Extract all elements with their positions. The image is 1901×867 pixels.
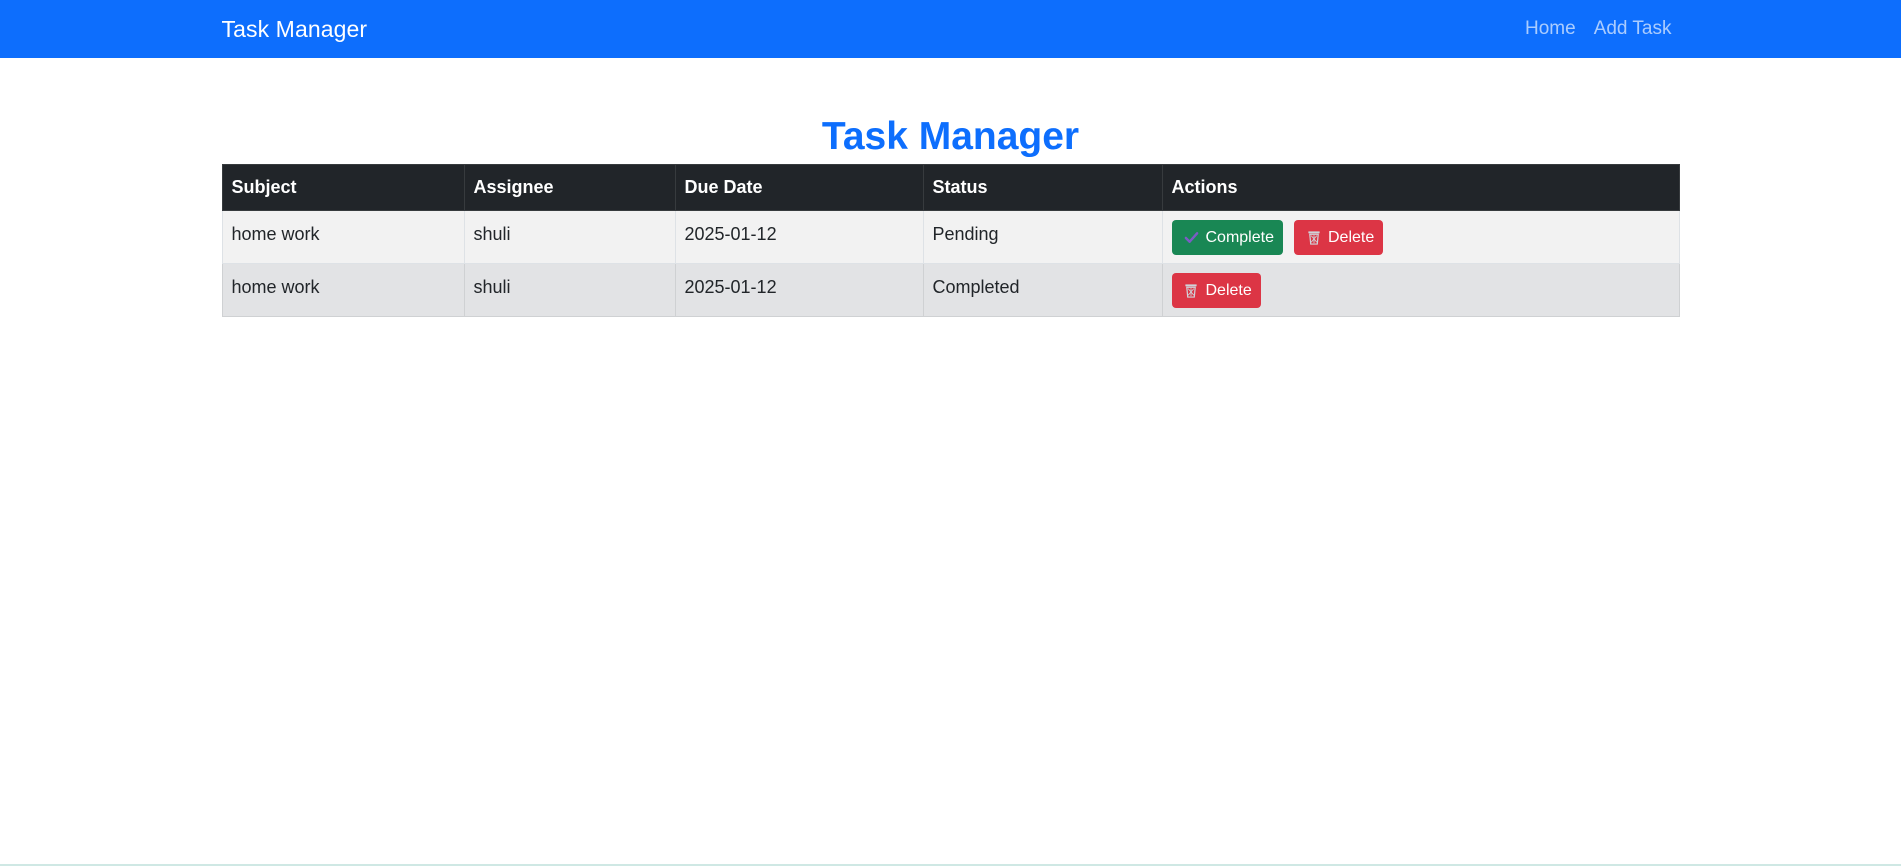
delete-button-label: Delete — [1205, 281, 1252, 299]
table-header-row: Subject Assignee Due Date Status Actions — [221, 164, 1680, 211]
cell-status: Pending — [922, 210, 1163, 264]
cell-subject: home work — [221, 210, 465, 264]
check-icon — [1184, 230, 1199, 245]
cell-due-date: 2025-01-12 — [674, 210, 924, 264]
table-row: home work shuli 2025-01-12 Completed Del… — [221, 263, 1680, 317]
cell-actions: Delete — [1161, 263, 1680, 317]
delete-button[interactable]: Delete — [1294, 220, 1384, 255]
cell-subject: home work — [221, 263, 465, 317]
table-body: home work shuli 2025-01-12 Pending Compl… — [221, 210, 1680, 317]
nav-link-home[interactable]: Home — [1525, 18, 1576, 40]
column-header-assignee: Assignee — [463, 164, 676, 211]
trash-icon — [1306, 230, 1321, 245]
column-header-status: Status — [922, 164, 1163, 211]
table-row: home work shuli 2025-01-12 Pending Compl… — [221, 210, 1680, 264]
cell-status: Completed — [922, 263, 1163, 317]
page-title: Task Manager — [821, 115, 1080, 158]
table-header: Subject Assignee Due Date Status Actions — [221, 164, 1680, 211]
main-container: Task Manager Subject Assignee Due Date S… — [221, 58, 1680, 317]
column-header-due-date: Due Date — [674, 164, 924, 211]
complete-button-label: Complete — [1205, 228, 1274, 246]
cell-due-date: 2025-01-12 — [674, 263, 924, 317]
cell-actions: Complete Delete — [1161, 210, 1680, 264]
cell-assignee: shuli — [463, 263, 676, 317]
complete-button[interactable]: Complete — [1171, 220, 1283, 255]
nav-link-add-task[interactable]: Add Task — [1594, 18, 1672, 40]
cell-assignee: shuli — [463, 210, 676, 264]
nav-links: Home Add Task — [1525, 18, 1680, 40]
tasks-table: Subject Assignee Due Date Status Actions… — [221, 164, 1680, 317]
navbar-container: Task Manager Home Add Task — [222, 0, 1680, 58]
navbar-brand[interactable]: Task Manager — [222, 16, 368, 43]
trash-icon — [1184, 283, 1199, 298]
delete-button-label: Delete — [1328, 228, 1375, 246]
bottom-edge-line — [0, 864, 1901, 866]
top-navbar: Task Manager Home Add Task — [0, 0, 1901, 58]
delete-button[interactable]: Delete — [1171, 273, 1261, 308]
column-header-actions: Actions — [1161, 164, 1680, 211]
column-header-subject: Subject — [221, 164, 465, 211]
